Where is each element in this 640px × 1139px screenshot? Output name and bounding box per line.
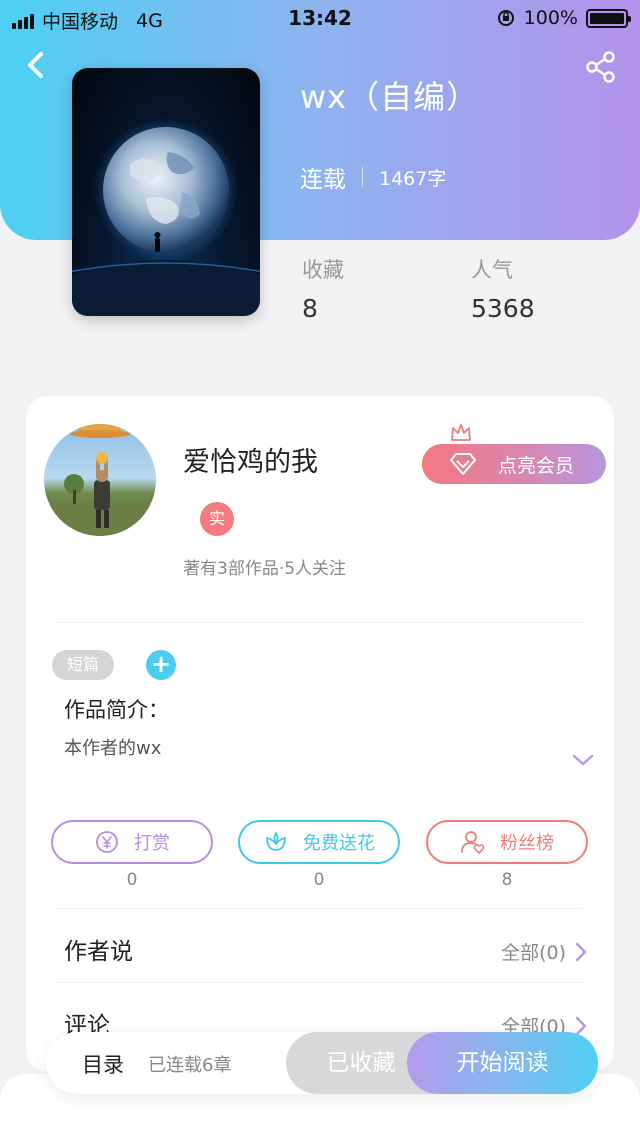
toc-button[interactable]: 目录	[82, 1049, 124, 1079]
intro-title: 作品简介：	[64, 698, 169, 722]
share-icon[interactable]	[584, 50, 618, 84]
intro-text: 本作者的wx	[64, 738, 162, 759]
bottom-action-bar: 目录 已连载6章 已收藏 开始阅读	[46, 1032, 598, 1094]
start-reading-button[interactable]: 开始阅读	[407, 1032, 598, 1094]
meta-divider	[362, 167, 363, 187]
book-meta: 连载 1467字	[300, 160, 446, 194]
stat-favorites: 收藏 8	[302, 254, 344, 323]
serial-chapters: 已连载6章	[148, 1055, 232, 1076]
author-says-more[interactable]: 全部(0)	[501, 938, 588, 965]
stat-label: 收藏	[302, 258, 344, 282]
avatar-art	[44, 424, 156, 536]
fan-ranking-label: 粉丝榜	[500, 833, 554, 854]
author-says-more-label: 全部(0)	[501, 942, 566, 964]
back-icon[interactable]	[20, 48, 54, 82]
author-stats: 著有3部作品·5人关注	[183, 559, 347, 579]
send-flower-button[interactable]: 免费送花	[238, 820, 400, 864]
vip-button[interactable]: 点亮会员	[422, 444, 606, 484]
book-title: wx（自编）	[300, 78, 480, 116]
verified-badge: 实	[200, 502, 234, 536]
reward-count: 0	[126, 870, 138, 890]
fans-icon	[461, 831, 485, 854]
yen-icon	[96, 831, 118, 853]
stat-label: 人气	[471, 258, 513, 282]
serial-status: 连载	[300, 167, 346, 193]
vip-button-label: 点亮会员	[498, 454, 575, 477]
reward-label: 打赏	[134, 833, 170, 854]
chevron-down-icon[interactable]	[571, 752, 595, 768]
author-name[interactable]: 爱恰鸡的我	[183, 440, 318, 479]
flower-count: 0	[313, 870, 325, 890]
divider	[56, 982, 582, 983]
orientation-lock-icon	[497, 10, 514, 26]
detail-card: 爱恰鸡的我 实 著有3部作品·5人关注 点亮会员 短篇 + 作品简介： 本作者的…	[26, 396, 614, 1072]
author-says-title: 作者说	[64, 939, 133, 965]
add-tag-button[interactable]: +	[146, 650, 176, 680]
word-count: 1467字	[379, 167, 447, 190]
send-flower-label: 免费送花	[303, 833, 375, 854]
status-bar: 中国移动 4G 13:42 100%	[0, 0, 640, 36]
earth-cover-art	[72, 118, 260, 316]
reward-button[interactable]: 打赏	[51, 820, 213, 864]
flower-icon	[266, 831, 286, 851]
stat-value: 8	[302, 294, 318, 323]
battery-percent: 100%	[523, 7, 578, 29]
divider	[56, 908, 582, 909]
crown-icon	[451, 424, 471, 441]
chevron-right-icon	[575, 942, 587, 961]
stat-value: 5368	[471, 294, 535, 323]
book-cover[interactable]	[72, 68, 260, 316]
avatar[interactable]	[44, 424, 156, 536]
stat-popularity: 人气 5368	[471, 254, 535, 323]
genre-tag[interactable]: 短篇	[52, 650, 114, 680]
diamond-icon	[450, 453, 476, 475]
fan-ranking-button[interactable]: 粉丝榜	[426, 820, 588, 864]
battery-icon	[586, 8, 631, 28]
fan-count: 8	[501, 870, 513, 890]
divider	[56, 622, 582, 623]
